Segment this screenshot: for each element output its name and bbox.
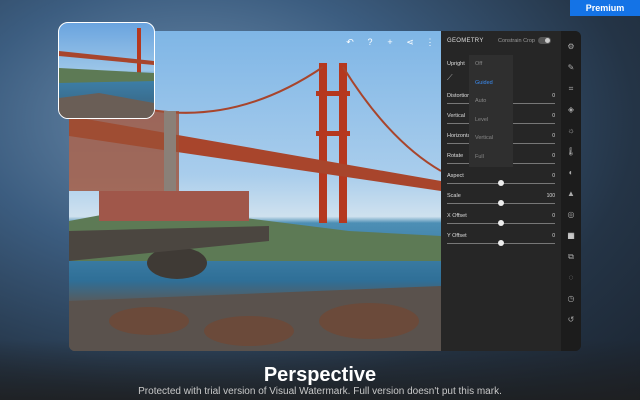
constrain-crop[interactable]: Constrain Crop	[498, 37, 551, 44]
slider-value: 0	[552, 213, 555, 219]
chain-link-2	[204, 316, 294, 346]
thumbnail-photo	[59, 28, 154, 118]
chain-link-3	[319, 303, 419, 339]
heal-icon[interactable]: ◈	[561, 100, 581, 120]
slider-label-x-offset: X Offset	[447, 213, 467, 219]
undo-icon[interactable]: ↶	[345, 37, 355, 48]
slider-label-distortion: Distortion	[447, 93, 471, 99]
slider-value: 100	[546, 193, 555, 199]
upright-label: Upright	[447, 61, 465, 67]
slider-knob[interactable]	[498, 180, 504, 186]
slider-value: 0	[552, 133, 555, 139]
slider-value: 0	[552, 233, 555, 239]
slider-label-y-offset: Y Offset	[447, 233, 467, 239]
info-icon[interactable]: ◌	[561, 268, 581, 288]
slider-knob[interactable]	[498, 240, 504, 246]
upright-option-level[interactable]: Level	[469, 111, 513, 130]
bridge-truss	[69, 111, 179, 191]
fort-building	[99, 191, 249, 221]
upright-dropdown[interactable]: Off Guided Auto Level Vertical Full	[469, 55, 513, 167]
top-toolbar: ↶ ? + ⋖ ⋮	[345, 37, 435, 48]
bridge-pier	[164, 111, 176, 191]
slider-label-aspect: Aspect	[447, 173, 464, 179]
slider-track[interactable]	[447, 200, 555, 206]
bridge-tower-left-leg	[319, 63, 327, 223]
slider-label-scale: Scale	[447, 193, 461, 199]
edit-icon[interactable]: ✎	[561, 58, 581, 78]
bridge-tower-beam-2	[316, 131, 350, 136]
slider-knob[interactable]	[498, 220, 504, 226]
help-icon[interactable]: ?	[365, 37, 375, 48]
caption-title: Perspective	[263, 364, 377, 386]
panel-title: GEOMETRY	[447, 38, 484, 44]
thumb-shore	[59, 93, 154, 118]
slider-track[interactable]	[447, 180, 555, 186]
slider-track[interactable]	[447, 240, 555, 246]
thumb-tower	[137, 28, 141, 73]
optics-icon[interactable]: ◎	[561, 205, 581, 225]
slider-label-rotate: Rotate	[447, 153, 464, 159]
crop-icon[interactable]: ⌗	[561, 79, 581, 99]
versions-icon[interactable]: ⧉	[561, 247, 581, 267]
upright-option-full[interactable]: Full	[469, 148, 513, 167]
presets-icon[interactable]: ⚙	[561, 37, 581, 57]
constrain-crop-label: Constrain Crop	[498, 37, 535, 44]
before-thumbnail	[58, 22, 155, 119]
slider-value: 0	[552, 153, 555, 159]
color-icon[interactable]: 🌡	[561, 142, 581, 162]
upright-guide-icon[interactable]: ⟋	[447, 73, 453, 83]
add-icon[interactable]: +	[385, 37, 395, 48]
slider-track[interactable]	[447, 220, 555, 226]
slider-label-vertical: Vertical	[447, 113, 466, 119]
chain-link	[109, 307, 189, 335]
tool-strip: ⚙ ✎ ⌗ ◈ ☼ 🌡 ◐ ▲ ◎ ▦ ⧉ ◌ ◷ ↺	[561, 31, 581, 351]
detail-icon[interactable]: ▲	[561, 184, 581, 204]
reset-icon[interactable]: ↺	[561, 310, 581, 330]
slider-knob[interactable]	[498, 200, 504, 206]
upright-option-guided[interactable]: Guided	[469, 74, 513, 93]
share-icon[interactable]: ⋖	[405, 37, 415, 48]
bridge-cable-2	[342, 66, 441, 172]
premium-badge[interactable]: Premium	[570, 0, 640, 16]
upright-option-vertical[interactable]: Vertical	[469, 129, 513, 148]
upright-option-auto[interactable]: Auto	[469, 92, 513, 111]
slider-value: 0	[552, 93, 555, 99]
effects-icon[interactable]: ◐	[561, 163, 581, 183]
history-icon[interactable]: ◷	[561, 289, 581, 309]
light-icon[interactable]: ☼	[561, 121, 581, 141]
slider-value: 0	[552, 173, 555, 179]
constrain-crop-toggle[interactable]	[538, 37, 551, 44]
geometry-panel: GEOMETRY Constrain Crop Upright ⟋ Distor…	[441, 31, 561, 351]
bridge-tower-right-leg	[339, 63, 347, 223]
watermark-text: Protected with trial version of Visual W…	[138, 386, 502, 397]
upright-option-off[interactable]: Off	[469, 55, 513, 74]
bridge-tower-beam	[316, 91, 350, 96]
more-icon[interactable]: ⋮	[425, 37, 435, 48]
geometry-icon[interactable]: ▦	[561, 226, 581, 246]
slider-value: 0	[552, 113, 555, 119]
